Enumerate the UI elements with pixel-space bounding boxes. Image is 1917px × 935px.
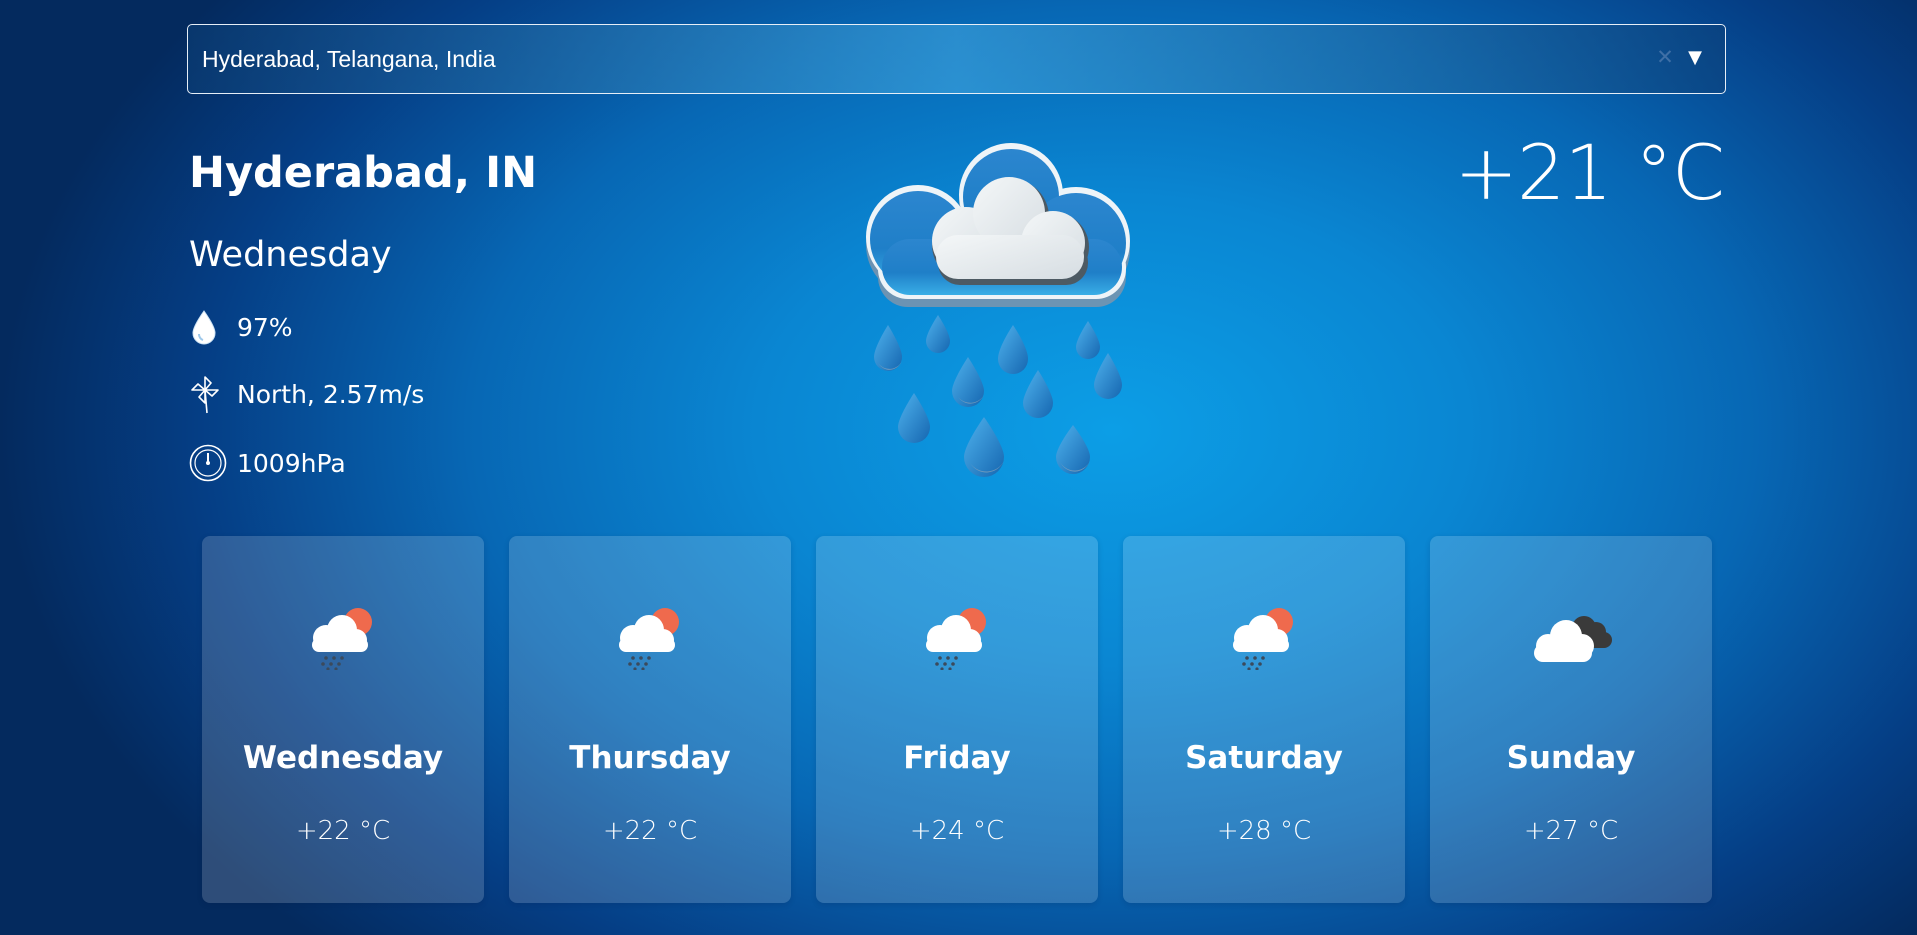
current-day: Wednesday <box>189 235 392 275</box>
wind-value: North, 2.57m/s <box>237 379 425 409</box>
forecast-card: Friday +24 °C <box>816 536 1098 903</box>
forecast-card: Sunday +27 °C <box>1430 536 1712 903</box>
location-name: Hyderabad, IN <box>189 148 538 198</box>
forecast-temp: +27 °C <box>1523 816 1619 846</box>
forecast-day: Sunday <box>1506 740 1636 776</box>
pinwheel-icon <box>189 375 227 414</box>
wind-stat: North, 2.57m/s <box>189 374 424 414</box>
current-temperature: +21 °C <box>1454 128 1725 217</box>
broken-clouds-icon <box>1526 600 1616 670</box>
droplet-icon <box>189 308 227 346</box>
forecast-card: Wednesday +22 °C <box>202 536 484 903</box>
location-search[interactable] <box>187 24 1726 94</box>
pressure-value: 1009hPa <box>237 448 346 478</box>
sun-cloud-rain-icon <box>605 600 695 671</box>
location-search-input[interactable] <box>202 25 1622 93</box>
sun-cloud-rain-icon <box>1219 600 1309 671</box>
humidity-stat: 97% <box>189 307 293 347</box>
forecast-day: Wednesday <box>242 740 444 776</box>
forecast-temp: +22 °C <box>602 816 698 846</box>
forecast-card: Thursday +22 °C <box>509 536 791 903</box>
forecast-temp: +24 °C <box>909 816 1005 846</box>
humidity-value: 97% <box>237 312 293 342</box>
forecast-card: Saturday +28 °C <box>1123 536 1405 903</box>
gauge-icon <box>189 444 227 482</box>
pressure-stat: 1009hPa <box>189 443 346 483</box>
sun-cloud-rain-icon <box>298 600 388 671</box>
forecast-temp: +28 °C <box>1216 816 1312 846</box>
forecast-day: Friday <box>903 740 1011 776</box>
chevron-down-icon[interactable]: ▼ <box>1684 48 1706 68</box>
rain-cloud-icon <box>848 125 1148 500</box>
forecast-day: Thursday <box>569 740 731 776</box>
forecast-day: Saturday <box>1185 740 1343 776</box>
forecast-temp: +22 °C <box>295 816 391 846</box>
close-icon[interactable]: ✕ <box>1655 47 1675 68</box>
sun-cloud-rain-icon <box>912 600 1002 671</box>
